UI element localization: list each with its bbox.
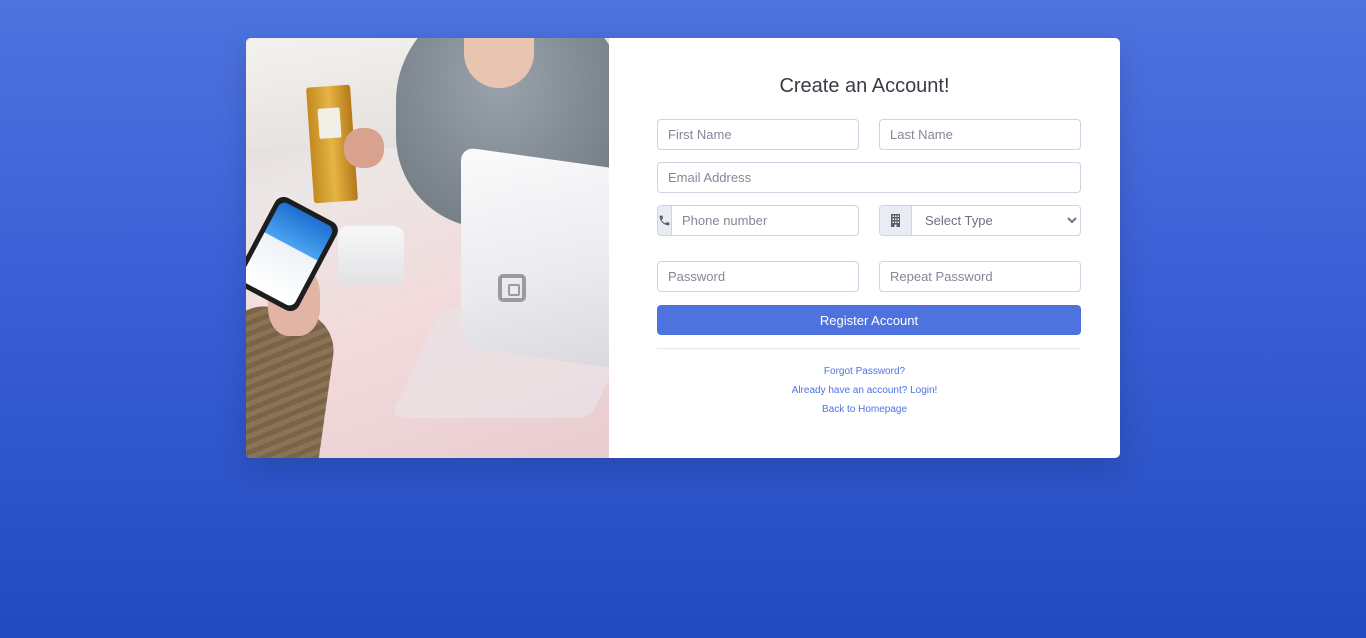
back-to-homepage-link[interactable]: Back to Homepage (609, 404, 1120, 415)
page-title: Create an Account! (779, 75, 950, 97)
square-logo-icon (498, 274, 526, 302)
building-icon (880, 206, 912, 235)
forgot-password-link[interactable]: Forgot Password? (609, 366, 1120, 377)
login-link[interactable]: Already have an account? Login! (609, 385, 1120, 396)
register-card: Create an Account! Select Type Register … (246, 38, 1120, 458)
divider (657, 348, 1081, 349)
phone-group (657, 205, 859, 236)
repeat-password-input[interactable] (879, 261, 1081, 292)
password-input[interactable] (657, 261, 859, 292)
card-photo (246, 38, 609, 458)
email-input[interactable] (657, 162, 1081, 193)
phone-icon (658, 206, 672, 235)
first-name-input[interactable] (657, 119, 859, 150)
register-form: Create an Account! Select Type Register … (609, 38, 1120, 458)
last-name-input[interactable] (879, 119, 1081, 150)
smartphone-icon (246, 193, 342, 315)
register-account-button[interactable]: Register Account (657, 305, 1081, 335)
type-group: Select Type (879, 205, 1081, 236)
type-select[interactable]: Select Type (912, 206, 1080, 235)
phone-input[interactable] (672, 206, 858, 235)
